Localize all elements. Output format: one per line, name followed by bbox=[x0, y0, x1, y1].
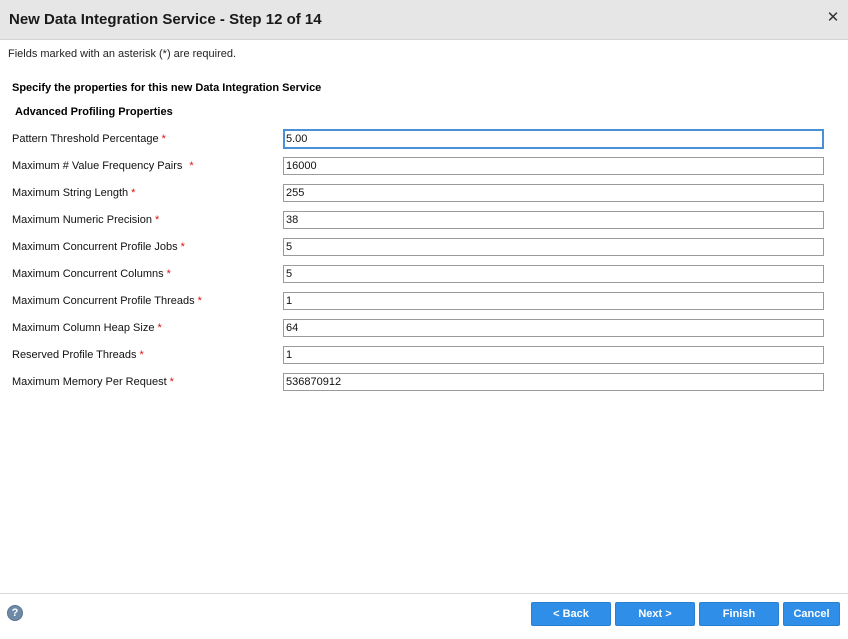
field-label: Maximum # Value Frequency Pairs * bbox=[12, 160, 194, 172]
field-label: Maximum Column Heap Size * bbox=[12, 322, 162, 334]
field-label: Maximum Memory Per Request * bbox=[12, 376, 174, 388]
field-label: Maximum Concurrent Profile Threads * bbox=[12, 295, 202, 307]
close-icon[interactable]: ✕ bbox=[826, 10, 840, 26]
help-icon[interactable]: ? bbox=[7, 605, 23, 621]
required-fields-note: Fields marked with an asterisk (*) are r… bbox=[8, 48, 237, 60]
dialog-titlebar: New Data Integration Service - Step 12 o… bbox=[0, 0, 848, 40]
memory-per-request-input[interactable] bbox=[283, 373, 824, 391]
field-label: Reserved Profile Threads * bbox=[12, 349, 144, 361]
new-dis-dialog: New Data Integration Service - Step 12 o… bbox=[0, 0, 848, 639]
required-asterisk: * bbox=[169, 376, 174, 388]
back-button[interactable]: < Back bbox=[531, 602, 611, 626]
next-button[interactable]: Next > bbox=[615, 602, 695, 626]
field-label: Maximum Numeric Precision * bbox=[12, 214, 160, 226]
field-row-string-length: Maximum String Length * bbox=[0, 184, 848, 204]
field-row-numeric-precision: Maximum Numeric Precision * bbox=[0, 211, 848, 231]
value-frequency-pairs-input[interactable] bbox=[283, 157, 824, 175]
dialog-title: New Data Integration Service - Step 12 o… bbox=[9, 11, 322, 28]
finish-button[interactable]: Finish bbox=[699, 602, 779, 626]
field-row-reserved-profile-threads: Reserved Profile Threads * bbox=[0, 346, 848, 366]
concurrent-profile-jobs-input[interactable] bbox=[283, 238, 824, 256]
concurrent-columns-input[interactable] bbox=[283, 265, 824, 283]
required-asterisk: * bbox=[157, 322, 162, 334]
field-row-value-frequency-pairs: Maximum # Value Frequency Pairs * bbox=[0, 157, 848, 177]
field-row-pattern-threshold: Pattern Threshold Percentage * bbox=[0, 129, 848, 150]
field-row-column-heap-size: Maximum Column Heap Size * bbox=[0, 319, 848, 339]
cancel-button[interactable]: Cancel bbox=[783, 602, 840, 626]
field-label: Maximum String Length * bbox=[12, 187, 136, 199]
field-label: Maximum Concurrent Profile Jobs * bbox=[12, 241, 185, 253]
required-asterisk: * bbox=[161, 133, 166, 145]
pattern-threshold-input[interactable] bbox=[283, 129, 824, 149]
reserved-profile-threads-input[interactable] bbox=[283, 346, 824, 364]
field-row-concurrent-columns: Maximum Concurrent Columns * bbox=[0, 265, 848, 285]
concurrent-profile-threads-input[interactable] bbox=[283, 292, 824, 310]
section-heading: Specify the properties for this new Data… bbox=[12, 82, 322, 94]
string-length-input[interactable] bbox=[283, 184, 824, 202]
required-asterisk: * bbox=[197, 295, 202, 307]
field-label: Pattern Threshold Percentage * bbox=[12, 133, 166, 145]
field-row-memory-per-request: Maximum Memory Per Request * bbox=[0, 373, 848, 393]
field-row-concurrent-profile-jobs: Maximum Concurrent Profile Jobs * bbox=[0, 238, 848, 258]
footer-divider bbox=[0, 593, 848, 594]
column-heap-size-input[interactable] bbox=[283, 319, 824, 337]
required-asterisk: * bbox=[180, 241, 185, 253]
numeric-precision-input[interactable] bbox=[283, 211, 824, 229]
subsection-heading: Advanced Profiling Properties bbox=[15, 106, 173, 118]
required-asterisk: * bbox=[154, 214, 160, 226]
required-asterisk: * bbox=[189, 160, 194, 172]
field-label: Maximum Concurrent Columns * bbox=[12, 268, 171, 280]
required-asterisk: * bbox=[166, 268, 171, 280]
field-row-concurrent-profile-threads: Maximum Concurrent Profile Threads * bbox=[0, 292, 848, 312]
required-asterisk: * bbox=[131, 187, 136, 199]
required-asterisk: * bbox=[139, 349, 144, 361]
